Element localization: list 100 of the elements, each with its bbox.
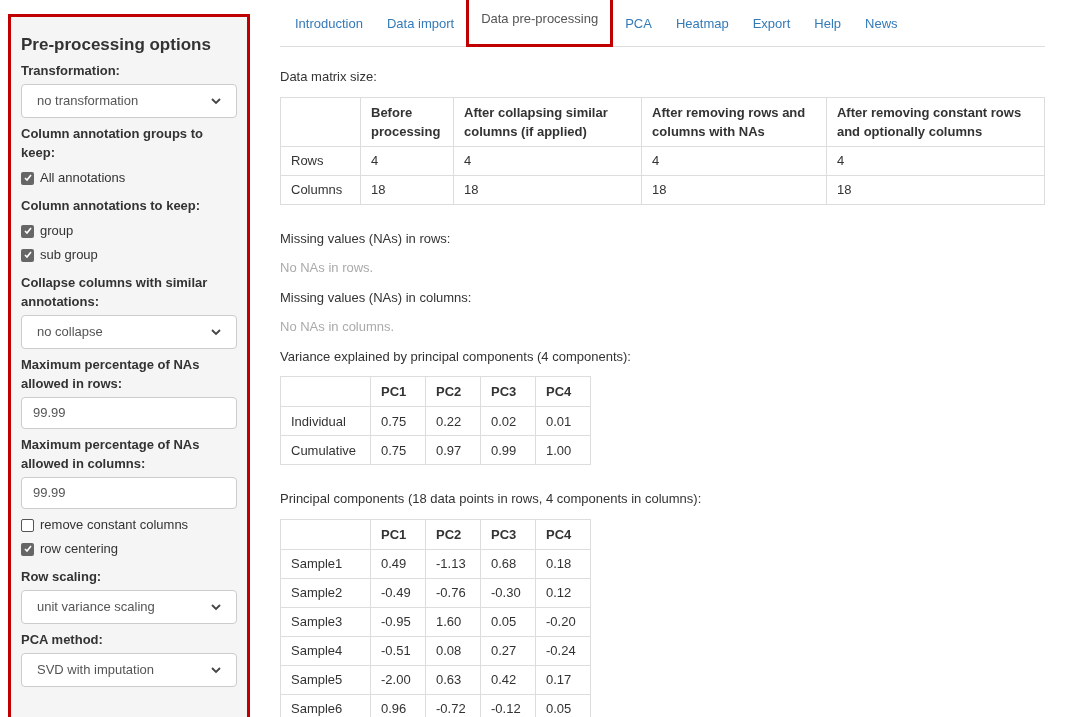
checkbox-label: remove constant columns	[40, 516, 189, 535]
tab[interactable]: Help	[802, 2, 853, 46]
table-cell: Sample1	[280, 549, 371, 578]
table-cell: Cumulative	[280, 435, 371, 465]
table-cell: 0.27	[480, 636, 536, 665]
chevron-down-icon	[211, 603, 221, 611]
table-cell: -1.13	[425, 549, 481, 578]
table-cell: Sample5	[280, 665, 371, 694]
tab[interactable]: News	[853, 2, 910, 46]
table-cell: 0.01	[535, 406, 591, 436]
table-cell: 18	[826, 175, 1045, 204]
checkbox-label: sub group	[40, 246, 98, 265]
table-cell: 4	[641, 146, 827, 175]
table-cell: 0.17	[535, 665, 591, 694]
checkbox[interactable]	[21, 224, 34, 238]
table-cell: 1.60	[425, 607, 481, 636]
chevron-down-icon	[211, 97, 221, 105]
column-header: PC4	[535, 376, 591, 407]
table-cell: -0.95	[370, 607, 426, 636]
checkbox-label: All annotations	[40, 169, 126, 188]
table-cell: 4	[826, 146, 1045, 175]
table-cell: 1.00	[535, 435, 591, 465]
table-cell: Rows	[280, 146, 361, 175]
table-cell: Sample6	[280, 694, 371, 717]
column-header: PC3	[480, 376, 536, 407]
column-header: PC1	[370, 519, 426, 549]
tab[interactable]: Export	[740, 2, 803, 46]
table-cell: 0.05	[480, 607, 536, 636]
table-cell: 18	[641, 175, 827, 204]
field-label: Row scaling:	[21, 568, 103, 586]
table-cell: -0.51	[370, 636, 426, 665]
checkbox[interactable]	[21, 248, 34, 262]
input-field[interactable]: 99.99	[21, 477, 237, 509]
table-cell: 0.08	[425, 636, 481, 665]
field-label: Column annotation groups to keep:	[21, 125, 204, 162]
table-cell: 0.02	[480, 406, 536, 436]
table-cell: 0.12	[535, 578, 591, 607]
column-header: PC1	[370, 376, 426, 407]
status-text: No NAs in rows.	[280, 259, 375, 277]
column-header: PC2	[425, 376, 481, 407]
table-cell: -0.24	[535, 636, 591, 665]
table-cell: 4	[453, 146, 642, 175]
table-cell: Sample3	[280, 607, 371, 636]
tab[interactable]: Data pre-processing	[466, 0, 614, 47]
field-label: Transformation:	[21, 62, 121, 80]
chevron-down-icon	[211, 666, 221, 674]
table-cell: 0.22	[425, 406, 481, 436]
column-header: Before processing	[360, 97, 454, 146]
input-field[interactable]: 99.99	[21, 397, 237, 429]
table-cell: Sample4	[280, 636, 371, 665]
table-cell: 18	[360, 175, 454, 204]
table-cell: 0.42	[480, 665, 536, 694]
section-caption: Data matrix size:	[280, 68, 378, 86]
table-cell: 0.49	[370, 549, 426, 578]
table-cell: 18	[453, 175, 642, 204]
table-cell: 0.68	[480, 549, 536, 578]
checkbox[interactable]	[21, 518, 34, 532]
tab[interactable]: PCA	[613, 2, 664, 46]
dropdown[interactable]: no collapse	[21, 315, 237, 349]
section-caption: Missing values (NAs) in rows:	[280, 229, 452, 248]
column-header: PC2	[425, 519, 481, 549]
dropdown[interactable]: no transformation	[21, 84, 237, 118]
checkbox[interactable]	[21, 542, 34, 556]
field-label: Maximum percentage of NAs allowed in rows:	[21, 356, 201, 393]
section-caption: Variance explained by principal components (4 components):	[280, 347, 632, 366]
table-cell: 0.75	[370, 435, 426, 465]
table-cell: -2.00	[370, 665, 426, 694]
table-cell: 0.63	[425, 665, 481, 694]
section-caption: Principal components (18 data points in rows, 4 components in columns):	[280, 490, 703, 508]
tab[interactable]: Data import	[374, 2, 467, 46]
table-cell: Sample2	[280, 578, 371, 607]
checkbox[interactable]	[21, 171, 34, 185]
tab[interactable]: Introduction	[283, 2, 375, 46]
checkbox-label: group	[40, 222, 74, 241]
dropdown[interactable]: unit variance scaling	[21, 590, 237, 624]
checkbox-label: row centering	[40, 540, 119, 559]
column-header: After removing rows and columns with NAs	[641, 97, 827, 146]
section-caption: Missing values (NAs) in columns:	[280, 288, 473, 307]
table-cell: -0.30	[480, 578, 536, 607]
table-cell: Columns	[280, 175, 361, 204]
dropdown[interactable]: SVD with imputation	[21, 653, 237, 687]
column-header: After removing constant rows and optionally columns	[826, 97, 1045, 146]
sidebar-title: Pre-processing options	[21, 35, 212, 55]
status-text: No NAs in columns.	[280, 318, 396, 336]
table-cell: -0.49	[370, 578, 426, 607]
table-cell: -0.20	[535, 607, 591, 636]
table-cell: 0.97	[425, 435, 481, 465]
chevron-down-icon	[211, 328, 221, 336]
column-header: PC3	[480, 519, 536, 549]
column-header: PC4	[535, 519, 591, 549]
field-label: Collapse columns with similar annotations:	[21, 274, 209, 311]
field-label: PCA method:	[21, 631, 104, 649]
tab[interactable]: Heatmap	[663, 2, 741, 46]
table-cell: 0.99	[480, 435, 536, 465]
table-cell: 0.18	[535, 549, 591, 578]
table-cell: -0.76	[425, 578, 481, 607]
table-cell: 4	[360, 146, 454, 175]
field-label: Column annotations to keep:	[21, 197, 202, 215]
field-label: Maximum percentage of NAs allowed in columns:	[21, 436, 201, 473]
table-cell: Individual	[280, 406, 371, 436]
